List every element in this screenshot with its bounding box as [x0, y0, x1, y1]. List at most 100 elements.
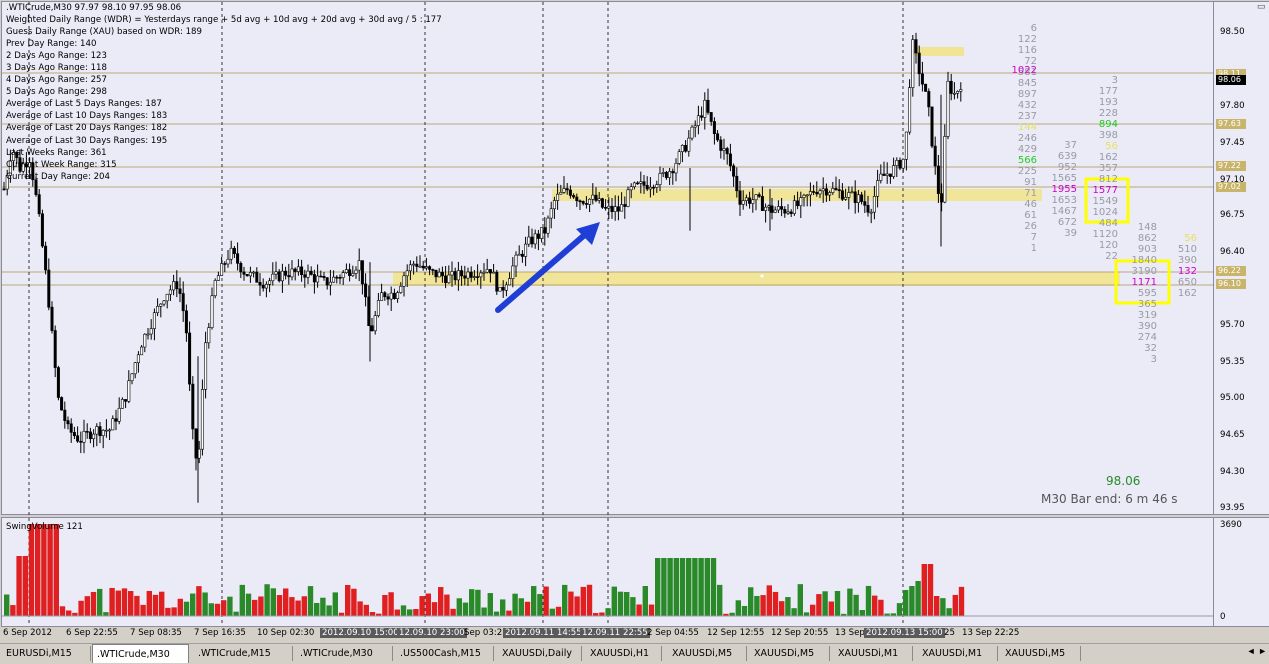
candle-body: [418, 265, 422, 268]
volume-bar: [636, 604, 642, 616]
candle-body: [159, 303, 163, 307]
tab-scroll-arrows-icon[interactable]: ◄ ►: [1247, 646, 1267, 656]
volume-profile-value: 122: [1018, 34, 1037, 45]
candle-body: [415, 263, 419, 267]
candle-body: [402, 275, 406, 287]
candle-body: [712, 121, 716, 135]
volume-bar: [748, 587, 754, 616]
volume-bar: [791, 608, 797, 616]
tab-chart[interactable]: XAUUSDi,M5: [1001, 646, 1081, 661]
tab-chart[interactable]: XAUUSDi,M1: [834, 646, 913, 661]
tab-chart[interactable]: .WTICrude,M30: [296, 646, 393, 661]
info-line: 3 Days Ago Range: 118: [6, 63, 107, 74]
volume-bar: [97, 588, 103, 616]
scroll-corner-icon[interactable]: ▭: [1257, 1, 1268, 31]
candle-body: [357, 260, 361, 271]
candle-body: [847, 192, 851, 198]
volume-bar: [289, 597, 295, 616]
tab-chart[interactable]: XAUUSDi,M5: [668, 646, 747, 661]
tab-chart[interactable]: XAUUSDi,M1: [918, 646, 998, 661]
candle-body: [76, 435, 80, 442]
candle-body: [770, 205, 774, 213]
tab-chart[interactable]: XAUUSDi,Daily: [498, 646, 582, 661]
tab-chart[interactable]: EURUSDi,M15: [2, 646, 91, 661]
volume-bar: [159, 591, 165, 616]
candle-body: [655, 184, 659, 188]
candle-body: [364, 283, 368, 298]
candle-body: [744, 197, 748, 201]
candle-body: [623, 204, 627, 207]
volume-bar: [369, 612, 376, 616]
volume-profile-value: 71: [1024, 188, 1037, 199]
volume-bar: [190, 593, 196, 616]
candle-body: [431, 269, 435, 271]
volume-bar: [400, 605, 407, 616]
tab-chart[interactable]: .US500Cash,M15: [396, 646, 494, 661]
volume-bar: [4, 594, 10, 616]
candle-body: [780, 206, 784, 210]
volume-profile-value: 390: [1138, 321, 1157, 332]
volume-bar: [797, 584, 803, 616]
candle-body: [255, 271, 259, 283]
volume-bar: [803, 612, 810, 616]
volume-bar: [469, 589, 475, 616]
volume-bar: [394, 609, 400, 616]
tab-chart[interactable]: .WTICrude,M15: [194, 646, 293, 661]
tab-chart[interactable]: XAUUSDi,H1: [586, 646, 662, 661]
volume-bar: [828, 601, 834, 616]
volume-bar: [859, 609, 865, 616]
candle-body: [2, 188, 6, 191]
candle-body: [581, 201, 585, 204]
time-label: 12 Sep 12:55: [707, 628, 765, 638]
candle-body: [594, 194, 598, 201]
volume-profile-value: 1955: [1052, 184, 1077, 195]
candle-body: [184, 310, 188, 334]
volume-bar: [134, 595, 140, 616]
tab-chart[interactable]: XAUUSDi,M5: [750, 646, 830, 661]
volume-bar: [84, 596, 90, 616]
volume-profile-value: 91: [1024, 177, 1037, 188]
candle-body: [578, 200, 582, 203]
candle-body: [421, 265, 425, 269]
volume-bar: [766, 585, 772, 616]
candle-body: [82, 431, 86, 443]
candle-body: [66, 420, 70, 425]
candle-body: [460, 270, 464, 277]
volume-bar: [940, 598, 946, 616]
candle-body: [696, 115, 700, 126]
candle-body: [620, 204, 624, 212]
info-line: Average of Last 20 Days Ranges: 182: [6, 123, 168, 134]
candle-body: [671, 171, 675, 174]
volume-bar: [59, 606, 66, 616]
volume-bar: [834, 590, 841, 616]
info-line: Current Day Range: 204: [6, 171, 110, 182]
candle-body: [616, 206, 620, 212]
candle-body: [840, 190, 844, 200]
candle-body: [610, 205, 614, 212]
candle-body: [188, 332, 192, 385]
volume-bar: [810, 604, 816, 616]
volume-profile-value: 650: [1178, 277, 1197, 288]
volume-profile-value: 37: [1064, 140, 1077, 151]
candle-body: [472, 276, 476, 278]
candle-body: [463, 275, 467, 279]
candle-body: [396, 292, 400, 299]
candle-body: [754, 194, 758, 201]
candle-body: [424, 266, 428, 269]
volume-profile-value: 3: [1151, 354, 1157, 365]
volume-bar: [630, 597, 636, 616]
volume-profile-value: 862: [1138, 233, 1157, 244]
candle-body: [405, 270, 409, 277]
volume-profile-value: 193: [1099, 97, 1118, 108]
volume-bar: [16, 556, 22, 616]
candle-body: [632, 182, 636, 188]
candle-body: [796, 200, 800, 207]
candle-body: [172, 281, 176, 291]
volume-bar: [307, 586, 314, 616]
candle-body: [444, 275, 448, 284]
volume-profile-value: 1024: [1093, 207, 1118, 218]
candle-body: [200, 389, 204, 450]
tab-chart-active[interactable]: .WTICrude,M30: [92, 644, 189, 663]
volume-bar: [121, 588, 128, 616]
candle-body: [501, 286, 505, 291]
